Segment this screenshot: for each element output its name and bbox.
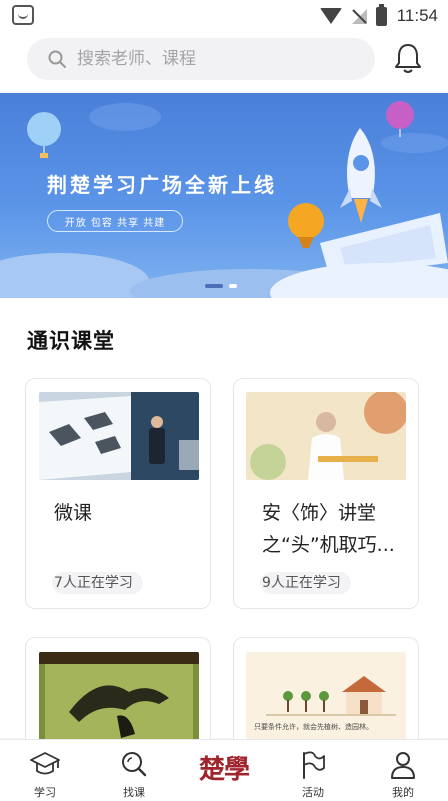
nav-label: 找课 [123,786,145,799]
flag-icon [303,751,325,779]
app-notification-icon [12,5,34,25]
banner-title: 荆楚学习广场全新上线 [47,173,277,197]
bottom-nav: 学习 找课 楚學 活动 我的 [0,739,448,801]
nav-label: 学习 [34,786,56,799]
course-thumbnail [39,652,199,740]
course-card[interactable]: 安〈饰〉讲堂之“头”机取巧... 9人正在学习 [233,378,419,609]
thumbnail-caption: 只要条件允许，就会先植树、造园林。 [254,723,373,731]
learner-count: 7人正在学习 [52,572,143,594]
carousel-dot-active[interactable] [229,284,237,288]
banner-tags: 开放 包容 共享 共建 [47,210,183,232]
course-thumbnail [246,392,406,480]
course-card[interactable]: 微课 7人正在学习 [25,378,211,609]
course-thumbnail [39,392,199,480]
section-title: 通识课堂 [27,329,115,353]
carousel-dot[interactable] [205,284,223,288]
nav-label: 活动 [302,786,324,799]
learner-count: 9人正在学习 [260,572,351,594]
wifi-icon [319,8,342,24]
search-icon [48,50,66,68]
bell-icon[interactable] [393,42,423,74]
graduation-cap-icon [30,752,60,775]
nav-label: 我的 [392,786,414,799]
status-bar: 11:54 [0,0,448,32]
nav-item-find-course[interactable]: 找课 [99,740,169,801]
carousel-indicator [205,284,237,288]
status-icons: 11:54 [319,3,438,28]
person-icon [391,752,415,779]
search-bar[interactable] [27,38,375,80]
course-title: 微课 [54,502,93,524]
nav-item-mine[interactable]: 我的 [368,740,438,801]
battery-charging-icon [375,3,387,26]
promo-banner[interactable]: 荆楚学习广场全新上线 开放 包容 共享 共建 [0,93,448,298]
course-title: 安〈饰〉讲堂之“头”机取巧... [262,502,395,556]
clock: 11:54 [396,6,438,25]
nav-item-study[interactable]: 学习 [10,740,80,801]
search-input[interactable] [77,49,337,69]
chuxue-logo[interactable]: 楚學 [192,748,256,792]
course-thumbnail: 只要条件允许，就会先植树、造园林。 [246,652,406,740]
nav-item-activity[interactable]: 活动 [278,740,348,801]
header [0,32,448,92]
search-course-icon [122,752,147,777]
no-signal-icon [350,7,368,25]
